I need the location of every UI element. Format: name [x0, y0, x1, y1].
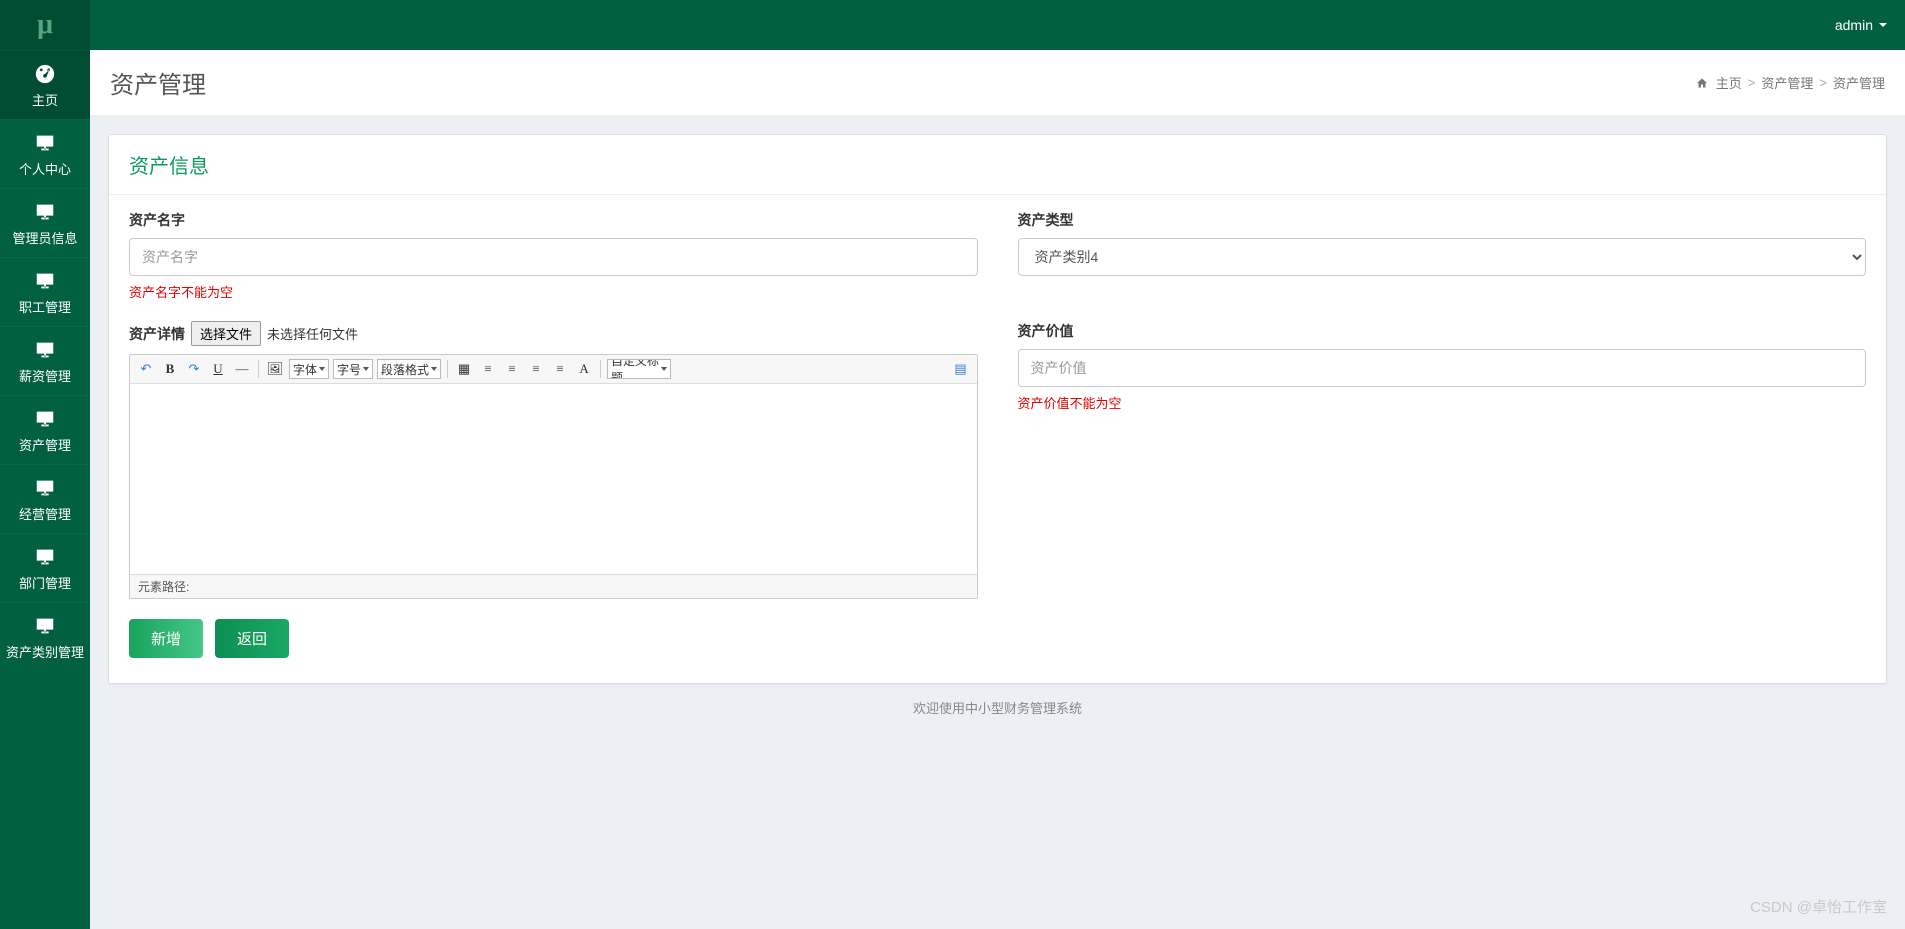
user-menu[interactable]: admin — [1835, 17, 1887, 33]
logo-text: μ — [37, 9, 53, 41]
monitor-icon — [31, 546, 59, 568]
nav-label: 经营管理 — [19, 504, 71, 523]
nav-home[interactable]: 主页 — [0, 50, 90, 119]
nav-label: 主页 — [32, 90, 58, 109]
nav-asset[interactable]: 资产管理 — [0, 395, 90, 464]
nav-label: 部门管理 — [19, 573, 71, 592]
nav-label: 资产管理 — [19, 435, 71, 454]
align-left-icon[interactable]: ≡ — [478, 359, 498, 379]
nav-business[interactable]: 经营管理 — [0, 464, 90, 533]
nav-staff[interactable]: 职工管理 — [0, 257, 90, 326]
breadcrumb-sep: > — [1748, 75, 1756, 90]
nav-label: 薪资管理 — [19, 366, 71, 385]
editor-toolbar: ↶ B ↷ U — 🖼 字体 字号 段落格式 — [130, 355, 977, 384]
breadcrumb-current: 资产管理 — [1833, 73, 1885, 92]
align-justify-icon[interactable]: ≡ — [550, 359, 570, 379]
breadcrumb: 主页 > 资产管理 > 资产管理 — [1696, 73, 1885, 92]
label-asset-value: 资产价值 — [1018, 321, 1867, 341]
button-row: 新增 返回 — [129, 619, 1866, 658]
panel-title: 资产信息 — [129, 150, 1866, 179]
home-icon — [1696, 77, 1708, 89]
monitor-icon — [31, 477, 59, 499]
logo[interactable]: μ — [0, 0, 90, 50]
toolbar-sep — [258, 360, 259, 378]
sidebar-nav: 主页 个人中心 管理员信息 职工管理 薪资管理 资产管理 — [0, 50, 90, 929]
editor-footer: 元素路径: — [130, 574, 977, 598]
monitor-icon — [31, 615, 59, 637]
undo-icon[interactable]: ↶ — [136, 359, 156, 379]
add-button[interactable]: 新增 — [129, 619, 203, 658]
page-title: 资产管理 — [110, 65, 206, 100]
strikethrough-icon[interactable]: — — [232, 359, 252, 379]
input-asset-name[interactable] — [129, 238, 978, 276]
file-choose-button[interactable]: 选择文件 — [191, 321, 261, 346]
nav-label: 管理员信息 — [12, 228, 77, 247]
underline-icon[interactable]: U — [208, 359, 228, 379]
breadcrumb-home[interactable]: 主页 — [1716, 73, 1742, 92]
label-asset-name: 资产名字 — [129, 210, 978, 230]
panel-body: 资产名字 资产名字不能为空 资产类型 资产类别4 — [109, 195, 1886, 683]
toolbar-sep — [447, 360, 448, 378]
topbar: admin — [90, 0, 1905, 50]
group-asset-value: 资产价值 资产价值不能为空 — [1018, 321, 1867, 412]
content: 资产信息 资产名字 资产名字不能为空 资产类型 资产类别4 — [90, 116, 1905, 929]
monitor-icon — [31, 132, 59, 154]
monitor-icon — [31, 408, 59, 430]
table-icon[interactable]: ▦ — [454, 359, 474, 379]
font-size-select[interactable]: 字号 — [333, 359, 373, 379]
file-status: 未选择任何文件 — [267, 324, 358, 343]
font-family-select[interactable]: 字体 — [289, 359, 329, 379]
group-asset-type: 资产类型 资产类别4 — [1018, 210, 1867, 276]
breadcrumb-parent[interactable]: 资产管理 — [1761, 73, 1813, 92]
error-asset-name: 资产名字不能为空 — [129, 282, 978, 301]
select-asset-type[interactable]: 资产类别4 — [1018, 238, 1867, 276]
sidebar: μ 主页 个人中心 管理员信息 职工管理 薪资管理 — [0, 0, 90, 929]
monitor-icon — [31, 339, 59, 361]
nav-asset-category[interactable]: 资产类别管理 — [0, 602, 90, 671]
editor-body[interactable] — [130, 384, 977, 574]
nav-label: 资产类别管理 — [6, 642, 84, 661]
panel: 资产信息 资产名字 资产名字不能为空 资产类型 资产类别4 — [108, 134, 1887, 684]
panel-heading: 资产信息 — [109, 135, 1886, 195]
nav-label: 职工管理 — [19, 297, 71, 316]
user-name: admin — [1835, 17, 1873, 33]
main: admin 资产管理 主页 > 资产管理 > 资产管理 资产信息 — [90, 0, 1905, 929]
error-asset-value: 资产价值不能为空 — [1018, 393, 1867, 412]
image-icon[interactable]: 🖼 — [265, 359, 285, 379]
breadcrumb-sep: > — [1819, 75, 1827, 90]
nav-label: 个人中心 — [19, 159, 71, 178]
group-asset-detail: 资产详情 选择文件 未选择任何文件 ↶ B ↷ U — — [129, 321, 978, 599]
font-color-icon[interactable]: A — [574, 359, 594, 379]
custom-title-select[interactable]: 自定义标题 — [607, 359, 671, 379]
source-icon[interactable]: ▤ — [951, 359, 971, 379]
bold-icon[interactable]: B — [160, 359, 180, 379]
label-asset-detail: 资产详情 — [129, 324, 185, 344]
nav-admin-info[interactable]: 管理员信息 — [0, 188, 90, 257]
paragraph-format-select[interactable]: 段落格式 — [377, 359, 441, 379]
rich-editor: ↶ B ↷ U — 🖼 字体 字号 段落格式 — [129, 354, 978, 599]
align-center-icon[interactable]: ≡ — [502, 359, 522, 379]
redo-icon[interactable]: ↷ — [184, 359, 204, 379]
toolbar-sep — [600, 360, 601, 378]
back-button[interactable]: 返回 — [215, 619, 289, 658]
nav-profile[interactable]: 个人中心 — [0, 119, 90, 188]
dashboard-icon — [31, 63, 59, 85]
input-asset-value[interactable] — [1018, 349, 1867, 387]
footer-text: 欢迎使用中小型财务管理系统 — [108, 684, 1887, 727]
nav-department[interactable]: 部门管理 — [0, 533, 90, 602]
content-header: 资产管理 主页 > 资产管理 > 资产管理 — [90, 50, 1905, 116]
chevron-down-icon — [1879, 23, 1887, 27]
monitor-icon — [31, 201, 59, 223]
align-right-icon[interactable]: ≡ — [526, 359, 546, 379]
group-asset-name: 资产名字 资产名字不能为空 — [129, 210, 978, 301]
monitor-icon — [31, 270, 59, 292]
label-asset-type: 资产类型 — [1018, 210, 1867, 230]
nav-salary[interactable]: 薪资管理 — [0, 326, 90, 395]
